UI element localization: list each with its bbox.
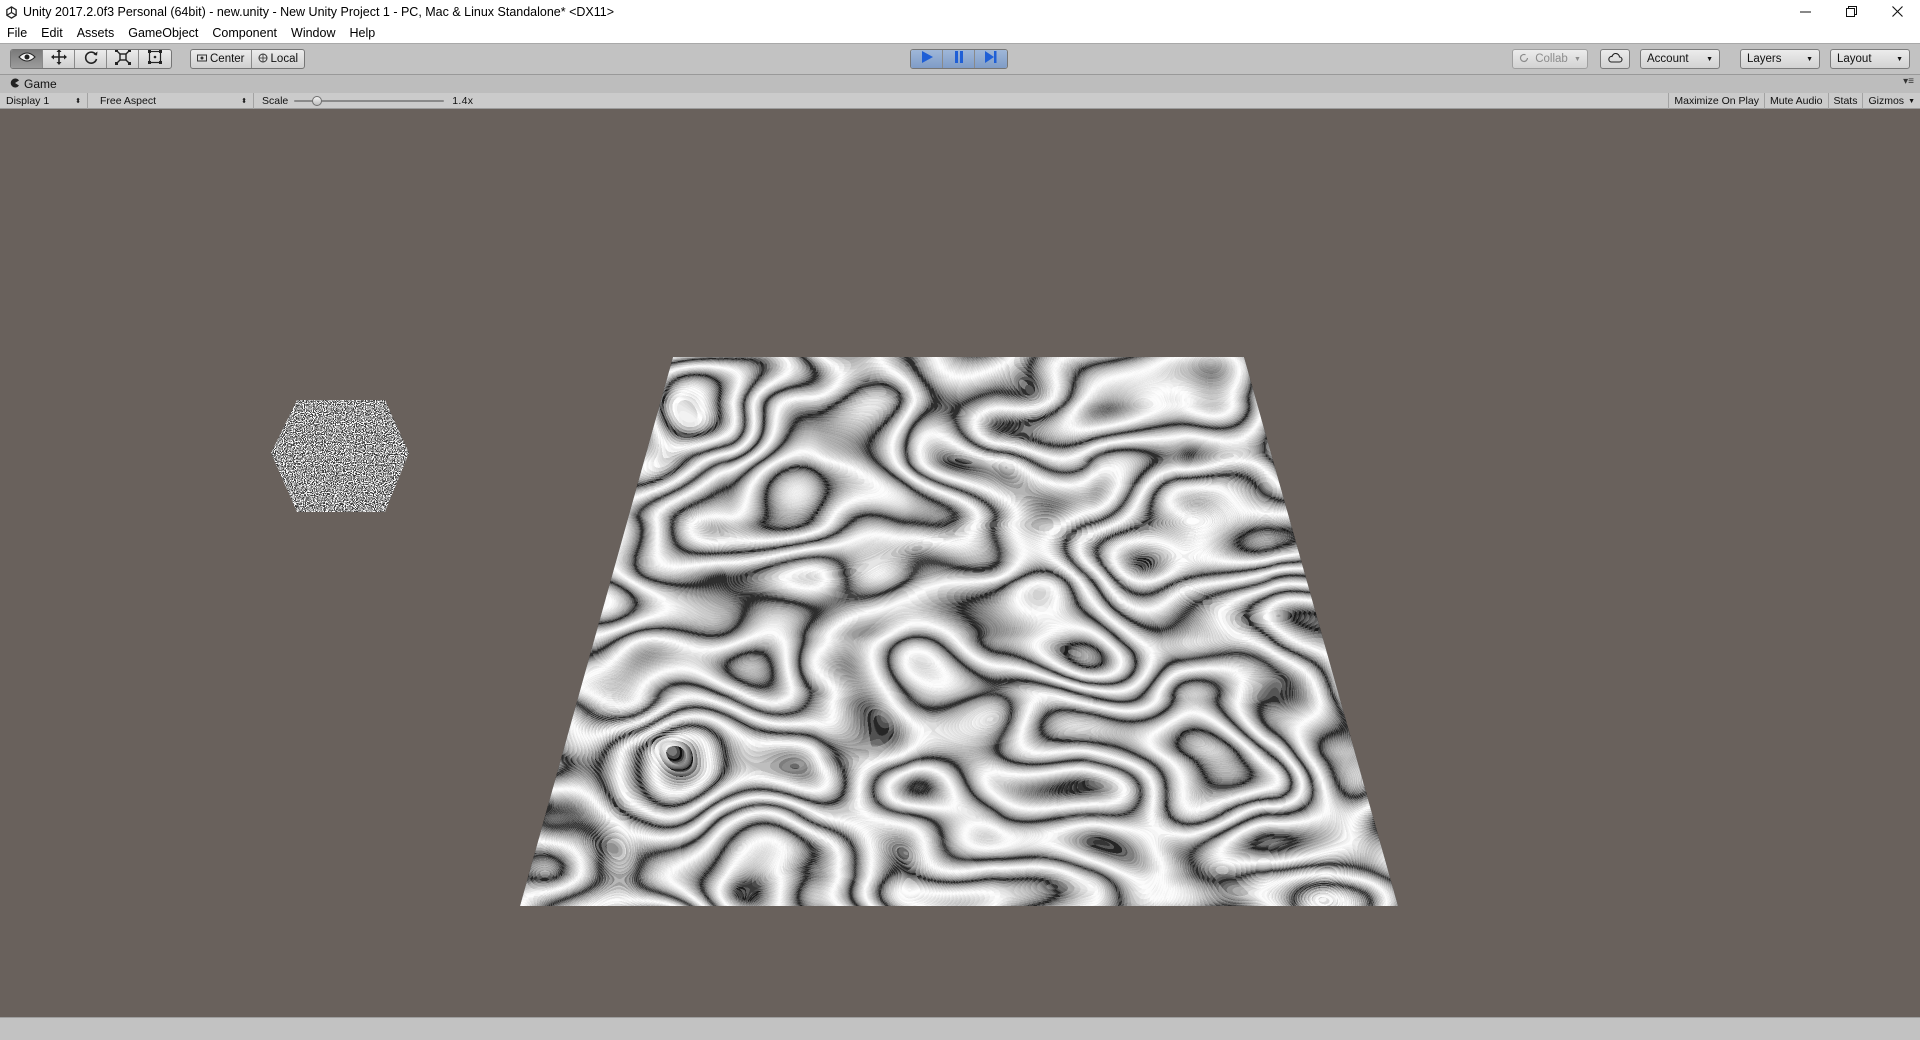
hand-tool-button[interactable]: [11, 50, 43, 68]
rotate-icon: [83, 50, 99, 68]
collab-label: Collab: [1535, 53, 1568, 65]
aspect-dropdown[interactable]: Free Aspect ⬍: [94, 92, 254, 109]
scale-slider[interactable]: [294, 93, 445, 109]
account-label: Account: [1647, 53, 1689, 65]
menu-gameobject[interactable]: GameObject: [121, 26, 205, 40]
step-button[interactable]: [975, 50, 1007, 68]
rect-tool-button[interactable]: [139, 50, 171, 68]
scale-icon: [114, 50, 131, 68]
marble-noise-plane: [520, 357, 1398, 906]
menu-component[interactable]: Component: [205, 26, 284, 40]
chevron-down-icon: ▼: [1574, 55, 1581, 63]
transform-tools: [10, 49, 172, 69]
local-space-icon: [258, 53, 268, 66]
mute-audio-toggle[interactable]: Mute Audio: [1763, 93, 1828, 109]
cloud-button[interactable]: [1600, 49, 1630, 69]
status-bar: [0, 1017, 1920, 1040]
layout-label: Layout: [1837, 53, 1872, 65]
display-dropdown[interactable]: Display 1 ⬍: [0, 92, 88, 109]
scale-tool-button[interactable]: [107, 50, 139, 68]
scale-label: Scale: [262, 94, 289, 107]
updown-arrow-icon: ⬍: [241, 97, 247, 105]
tab-game-label: Game: [24, 77, 57, 91]
account-dropdown[interactable]: Account ▼: [1640, 49, 1720, 69]
stats-label: Stats: [1833, 95, 1858, 107]
stats-toggle[interactable]: Stats: [1827, 93, 1863, 109]
main-toolbar: Center Local Collab ▼ Account ▼ Layers ▼…: [0, 43, 1920, 75]
collab-sync-icon: [1519, 53, 1529, 66]
rect-icon: [147, 50, 163, 68]
layers-label: Layers: [1747, 53, 1782, 65]
step-icon: [984, 50, 998, 68]
mute-audio-label: Mute Audio: [1769, 95, 1823, 107]
rotate-tool-button[interactable]: [75, 50, 107, 68]
chevron-down-icon: ▼: [1896, 55, 1903, 63]
chevron-down-icon: ▼: [1806, 55, 1813, 63]
layout-dropdown[interactable]: Layout ▼: [1830, 49, 1910, 69]
chevron-down-icon: ▼: [1706, 55, 1713, 63]
play-button[interactable]: [911, 50, 943, 68]
pause-button[interactable]: [943, 50, 975, 68]
pacman-icon: [10, 77, 20, 91]
eye-icon: [17, 50, 36, 68]
pivot-space-button[interactable]: Local: [252, 50, 304, 68]
pivot-center-icon: [197, 53, 207, 66]
maximize-on-play-toggle[interactable]: Maximize On Play: [1668, 93, 1764, 109]
aspect-label: Free Aspect: [100, 94, 157, 107]
display-label: Display 1: [6, 94, 50, 107]
game-render: [271, 357, 1398, 906]
menu-bar: File Edit Assets GameObject Component Wi…: [0, 23, 1920, 43]
menu-edit[interactable]: Edit: [34, 26, 70, 40]
close-icon[interactable]: [1874, 0, 1920, 22]
pivot-controls: Center Local: [190, 49, 306, 69]
title-bar: Unity 2017.2.0f3 Personal (64bit) - new.…: [0, 0, 1920, 24]
gizmos-label: Gizmos: [1868, 95, 1905, 107]
game-viewport[interactable]: [0, 109, 1920, 1017]
tab-game[interactable]: Game: [0, 77, 57, 91]
play-icon: [920, 50, 934, 68]
updown-arrow-icon: ⬍: [75, 97, 81, 105]
game-tab-bar: Game ▾≡: [0, 75, 1920, 93]
scale-slider-thumb[interactable]: [312, 95, 323, 106]
move-tool-button[interactable]: [43, 50, 75, 68]
noise-hexagon: [271, 400, 409, 512]
play-controls: [910, 49, 1008, 69]
chevron-down-icon: ▼: [1908, 97, 1915, 105]
game-view-toggles: Maximize On Play Mute Audio Stats Gizmos…: [1668, 93, 1920, 109]
menu-window[interactable]: Window: [284, 26, 342, 40]
menu-file[interactable]: File: [0, 26, 34, 40]
pivot-space-label: Local: [270, 53, 299, 65]
window-controls: [1782, 0, 1920, 24]
tab-menu-icon[interactable]: ▾≡: [1903, 76, 1914, 87]
pause-icon: [952, 50, 966, 68]
game-view-toolbar: Display 1 ⬍ Free Aspect ⬍ Scale 1.4x Max…: [0, 92, 1920, 109]
move-icon: [50, 50, 67, 68]
pivot-mode-label: Center: [210, 53, 245, 65]
scale-value: 1.4x: [452, 94, 474, 107]
gizmos-dropdown[interactable]: Gizmos ▼: [1862, 93, 1920, 109]
layers-dropdown[interactable]: Layers ▼: [1740, 49, 1820, 69]
restore-icon[interactable]: [1828, 0, 1874, 22]
unity-logo-icon: [4, 5, 18, 19]
minimize-icon[interactable]: [1782, 0, 1828, 22]
maximize-on-play-label: Maximize On Play: [1674, 95, 1759, 107]
pivot-mode-button[interactable]: Center: [191, 50, 252, 68]
menu-help[interactable]: Help: [342, 26, 382, 40]
collab-dropdown[interactable]: Collab ▼: [1512, 49, 1588, 69]
menu-assets[interactable]: Assets: [70, 26, 122, 40]
cloud-icon: [1607, 52, 1623, 66]
window-title: Unity 2017.2.0f3 Personal (64bit) - new.…: [23, 5, 615, 19]
